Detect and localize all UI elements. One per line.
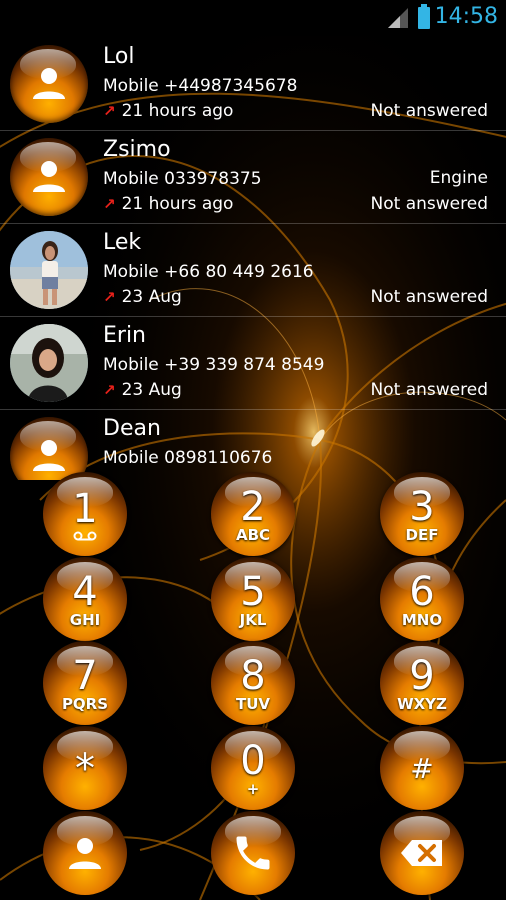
key-digit: 4 — [72, 569, 98, 615]
key-letters: PQRS — [61, 695, 109, 713]
person-icon — [33, 68, 65, 99]
contact-name: Zsimo — [103, 137, 171, 162]
contact-number: Mobile 033978375 — [103, 169, 262, 189]
contact-name: Dean — [103, 416, 161, 441]
call-log-list: Lol Mobile +44987345678 ↗ 21 hours ago N… — [0, 38, 506, 480]
key-letters: WXYZ — [397, 695, 447, 713]
key-letters: TUV — [235, 695, 271, 713]
contact-number: Mobile +39 339 874 8549 — [103, 355, 325, 375]
outgoing-call-arrow-icon: ↗ — [103, 381, 116, 399]
dial-key-4[interactable]: 4 GHI — [43, 557, 127, 641]
dial-key-star[interactable]: * — [43, 726, 127, 810]
dial-key-8[interactable]: 8 TUV — [211, 641, 295, 725]
key-digit: * — [75, 746, 95, 792]
call-time: ↗ 21 hours ago — [103, 101, 233, 121]
contact-name: Lek — [103, 230, 142, 255]
call-time-text: 21 hours ago — [121, 101, 234, 121]
contacts-icon — [69, 838, 101, 869]
status-bar: 14:58 — [0, 0, 506, 36]
call-time: ↗ 23 Aug — [103, 287, 182, 307]
key-letters: DEF — [405, 526, 439, 544]
key-letters: JKL — [239, 611, 267, 629]
contact-photo[interactable] — [10, 231, 88, 309]
call-log-item[interactable]: Erin Mobile +39 339 874 8549 ↗ 23 Aug No… — [0, 317, 506, 410]
contact-name: Erin — [103, 323, 147, 348]
contact-number: Mobile +44987345678 — [103, 76, 298, 96]
call-time-text: 21 hours ago — [121, 194, 234, 214]
contact-avatar[interactable] — [10, 138, 88, 216]
key-digit: 7 — [72, 653, 98, 699]
dialpad: 1 2 ABC 3 DEF 4 GHI 5 JKL 6 MNO 7 PQRS 8… — [0, 468, 506, 900]
key-digit: # — [410, 752, 434, 785]
dial-key-hash[interactable]: # — [380, 726, 464, 810]
dial-key-0[interactable]: 0 + — [211, 726, 295, 810]
status-time: 14:58 — [434, 4, 498, 29]
battery-icon — [418, 4, 430, 29]
dial-key-9[interactable]: 9 WXYZ — [380, 641, 464, 725]
call-status: Not answered — [370, 380, 488, 400]
signal-icon — [388, 8, 408, 28]
call-log-item[interactable]: Zsimo Mobile 033978375 Engine ↗ 21 hours… — [0, 131, 506, 224]
contact-name: Lol — [103, 44, 135, 69]
call-time: ↗ 23 Aug — [103, 380, 182, 400]
call-time-text: 23 Aug — [121, 380, 182, 400]
call-log-item[interactable]: Lek Mobile +66 80 449 2616 ↗ 23 Aug Not … — [0, 224, 506, 317]
dial-key-1[interactable]: 1 — [43, 472, 127, 556]
person-icon — [33, 161, 65, 192]
contacts-button[interactable] — [43, 811, 127, 895]
contact-label: Engine — [429, 168, 488, 188]
dial-key-2[interactable]: 2 ABC — [211, 472, 295, 556]
phone-icon — [236, 836, 270, 870]
key-letters: MNO — [401, 611, 443, 629]
key-digit: 1 — [72, 486, 98, 532]
contact-number: Mobile 0898110676 — [103, 448, 273, 468]
call-time-text: 23 Aug — [121, 287, 182, 307]
voicemail-icon — [73, 531, 97, 541]
dial-key-5[interactable]: 5 JKL — [211, 557, 295, 641]
backspace-icon — [401, 840, 442, 866]
call-status: Not answered — [370, 101, 488, 121]
contact-avatar[interactable] — [10, 45, 88, 123]
outgoing-call-arrow-icon: ↗ — [103, 195, 116, 213]
dial-key-3[interactable]: 3 DEF — [380, 472, 464, 556]
contact-number: Mobile +66 80 449 2616 — [103, 262, 314, 282]
key-digit: 8 — [240, 653, 266, 699]
outgoing-call-arrow-icon: ↗ — [103, 102, 116, 120]
dial-key-7[interactable]: 7 PQRS — [43, 641, 127, 725]
dial-key-6[interactable]: 6 MNO — [380, 557, 464, 641]
call-status: Not answered — [370, 287, 488, 307]
call-status: Not answered — [370, 194, 488, 214]
outgoing-call-arrow-icon: ↗ — [103, 288, 116, 306]
key-digit: 2 — [240, 484, 266, 530]
photo-erin — [10, 324, 88, 402]
call-button[interactable] — [211, 811, 295, 895]
key-letters: ABC — [235, 526, 271, 544]
key-digit: 3 — [409, 484, 435, 530]
contact-photo[interactable] — [10, 324, 88, 402]
call-time: ↗ 21 hours ago — [103, 194, 233, 214]
photo-lek — [10, 231, 88, 309]
key-letters: + — [246, 780, 260, 798]
key-digit: 0 — [240, 738, 266, 784]
key-letters: GHI — [69, 611, 101, 629]
key-digit: 5 — [240, 569, 266, 615]
key-digit: 6 — [409, 569, 435, 615]
backspace-button[interactable] — [380, 811, 464, 895]
call-log-item[interactable]: Lol Mobile +44987345678 ↗ 21 hours ago N… — [0, 38, 506, 131]
key-digit: 9 — [409, 653, 435, 699]
